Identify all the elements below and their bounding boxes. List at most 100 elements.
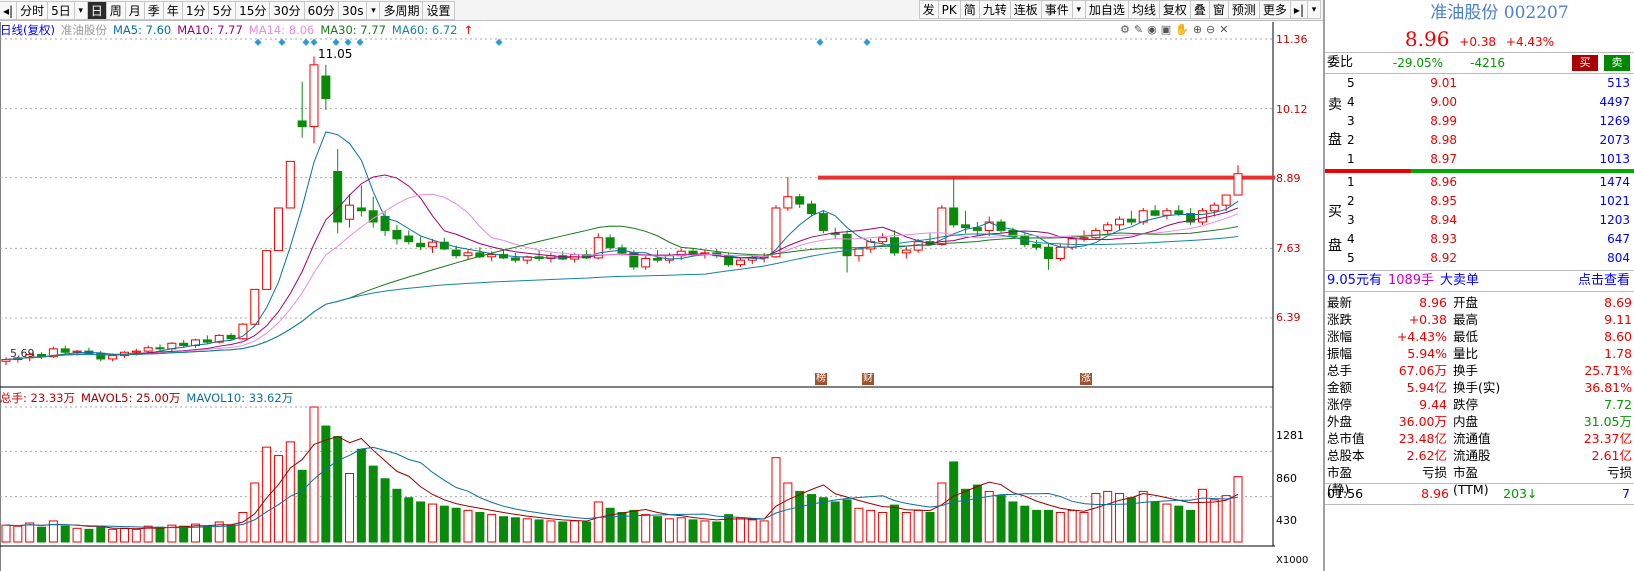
weibi-value: -29.05% <box>1392 56 1443 70</box>
quote-k: 总市值 <box>1327 431 1365 446</box>
volume-bar <box>830 501 840 543</box>
ask-qty: 2073 <box>1599 133 1630 147</box>
event-mark[interactable]: 榜 <box>815 373 827 385</box>
quote-k2: 换手 <box>1453 363 1479 378</box>
bid-row[interactable]: 3 8.94 1203 <box>1325 211 1634 230</box>
volume-bar <box>439 505 449 543</box>
candle-body <box>309 64 319 128</box>
buy-button[interactable]: 买 <box>1572 55 1598 71</box>
tool-button[interactable]: ▸| <box>1289 0 1308 19</box>
ask-book: 卖 盘 5 9.01 513 4 9.00 4497 3 8.99 1269 2 8.98 2073 1… <box>1325 74 1634 169</box>
bid-qty: 1021 <box>1599 194 1630 208</box>
signal-marker <box>863 38 871 46</box>
quote-row: 涨跌 +0.38 最高 9.11 <box>1325 311 1634 328</box>
bid-row[interactable]: 1 8.96 1474 <box>1325 173 1634 192</box>
candle-body <box>333 170 343 223</box>
ask-level: 4 <box>1347 95 1355 109</box>
candle-body <box>1043 246 1053 259</box>
ask-qty: 1013 <box>1599 152 1630 166</box>
volume-bar <box>108 528 118 543</box>
volume-bar <box>629 509 639 543</box>
ask-row[interactable]: 4 9.00 4497 <box>1325 93 1634 112</box>
volume-bar <box>309 406 319 543</box>
tick-price: 8.96 <box>1421 486 1449 501</box>
ask-side-char: 卖 <box>1328 97 1342 113</box>
candle-body <box>807 203 817 215</box>
volume-bar <box>1162 503 1172 543</box>
ask-level: 1 <box>1347 152 1355 166</box>
volume-bar <box>60 525 70 543</box>
quote-v: 2.62亿 <box>1406 448 1447 463</box>
signal-marker <box>816 38 824 46</box>
volume-bar <box>700 520 710 543</box>
bid-row[interactable]: 5 8.92 804 <box>1325 249 1634 268</box>
quote-v2: 8.69 <box>1604 295 1632 310</box>
quote-v: 8.96 <box>1419 295 1447 310</box>
bid-price: 8.96 <box>1430 175 1457 189</box>
quote-k: 最新 <box>1327 295 1353 310</box>
ask-row[interactable]: 5 9.01 513 <box>1325 74 1634 93</box>
volume-bar <box>226 524 236 543</box>
volume-axis-label: 860 <box>1276 472 1297 485</box>
bid-qty: 804 <box>1607 251 1630 265</box>
signal-marker <box>278 38 286 46</box>
event-mark[interactable]: 财 <box>862 373 874 385</box>
ask-level: 3 <box>1347 114 1355 128</box>
sell-button[interactable]: 卖 <box>1604 55 1630 71</box>
bid-price: 8.92 <box>1430 251 1457 265</box>
quote-row: 总手 67.06万 换手 25.71% <box>1325 362 1634 379</box>
ask-row[interactable]: 3 8.99 1269 <box>1325 112 1634 131</box>
candle-body <box>463 252 473 257</box>
low-annotation: 5.69 <box>10 347 35 360</box>
candle-body <box>510 257 520 261</box>
quote-k: 金额 <box>1327 380 1353 395</box>
candle-body <box>653 257 663 261</box>
candle-body <box>392 229 402 240</box>
quote-v2: 8.60 <box>1604 329 1632 344</box>
volume-bar <box>570 520 580 543</box>
event-mark[interactable]: 涨 <box>1080 373 1092 385</box>
bid-row[interactable]: 2 8.95 1021 <box>1325 192 1634 211</box>
candle-body <box>72 350 82 353</box>
quote-row: 市盈(静) 亏损 市盈(TTM) 亏损 <box>1325 464 1634 497</box>
bid-level: 4 <box>1347 232 1355 246</box>
volume-bar <box>771 457 781 543</box>
quote-k: 涨幅 <box>1327 329 1353 344</box>
candle-body <box>321 75 331 100</box>
tool-button[interactable]: ▾ <box>1307 0 1321 19</box>
candle-body <box>1209 204 1219 212</box>
ask-row[interactable]: 1 8.97 1013 <box>1325 150 1634 169</box>
quote-row: 金额 5.94亿 换手(实) 36.81% <box>1325 379 1634 396</box>
volume-bar <box>889 504 899 543</box>
candle-body <box>842 233 852 257</box>
volume-bar <box>996 495 1006 543</box>
quote-k2: 量比 <box>1453 346 1479 361</box>
ask-price: 8.97 <box>1430 152 1457 166</box>
volume-bar <box>238 511 248 543</box>
signal-marker <box>332 38 340 46</box>
bid-level: 5 <box>1347 251 1355 265</box>
quote-v2: 2.61亿 <box>1591 448 1632 463</box>
volume-bar <box>747 519 757 543</box>
volume-bar <box>807 494 817 543</box>
volume-bar <box>1 524 11 543</box>
volume-bar <box>653 516 663 543</box>
quote-row: 总市值 23.48亿 流通值 23.37亿 <box>1325 430 1634 447</box>
ask-row[interactable]: 2 8.98 2073 <box>1325 131 1634 150</box>
price-axis-label: 6.39 <box>1276 311 1301 324</box>
volume-bar <box>1197 488 1207 543</box>
candle-body <box>356 207 366 212</box>
ask-price: 9.01 <box>1430 76 1457 90</box>
bid-qty: 647 <box>1607 232 1630 246</box>
volume-bar <box>664 518 674 543</box>
volume-bar <box>1233 476 1243 543</box>
volume-bar <box>925 511 935 543</box>
candle-body <box>155 347 165 350</box>
view-link[interactable]: 点击查看 <box>1578 271 1634 291</box>
volume-bar <box>285 441 295 543</box>
quote-k: 市盈(静) <box>1327 465 1353 497</box>
bid-row[interactable]: 4 8.93 647 <box>1325 230 1634 249</box>
kline-chart[interactable] <box>0 0 1275 571</box>
volume-bar <box>356 448 366 543</box>
candle-body <box>1162 210 1172 216</box>
